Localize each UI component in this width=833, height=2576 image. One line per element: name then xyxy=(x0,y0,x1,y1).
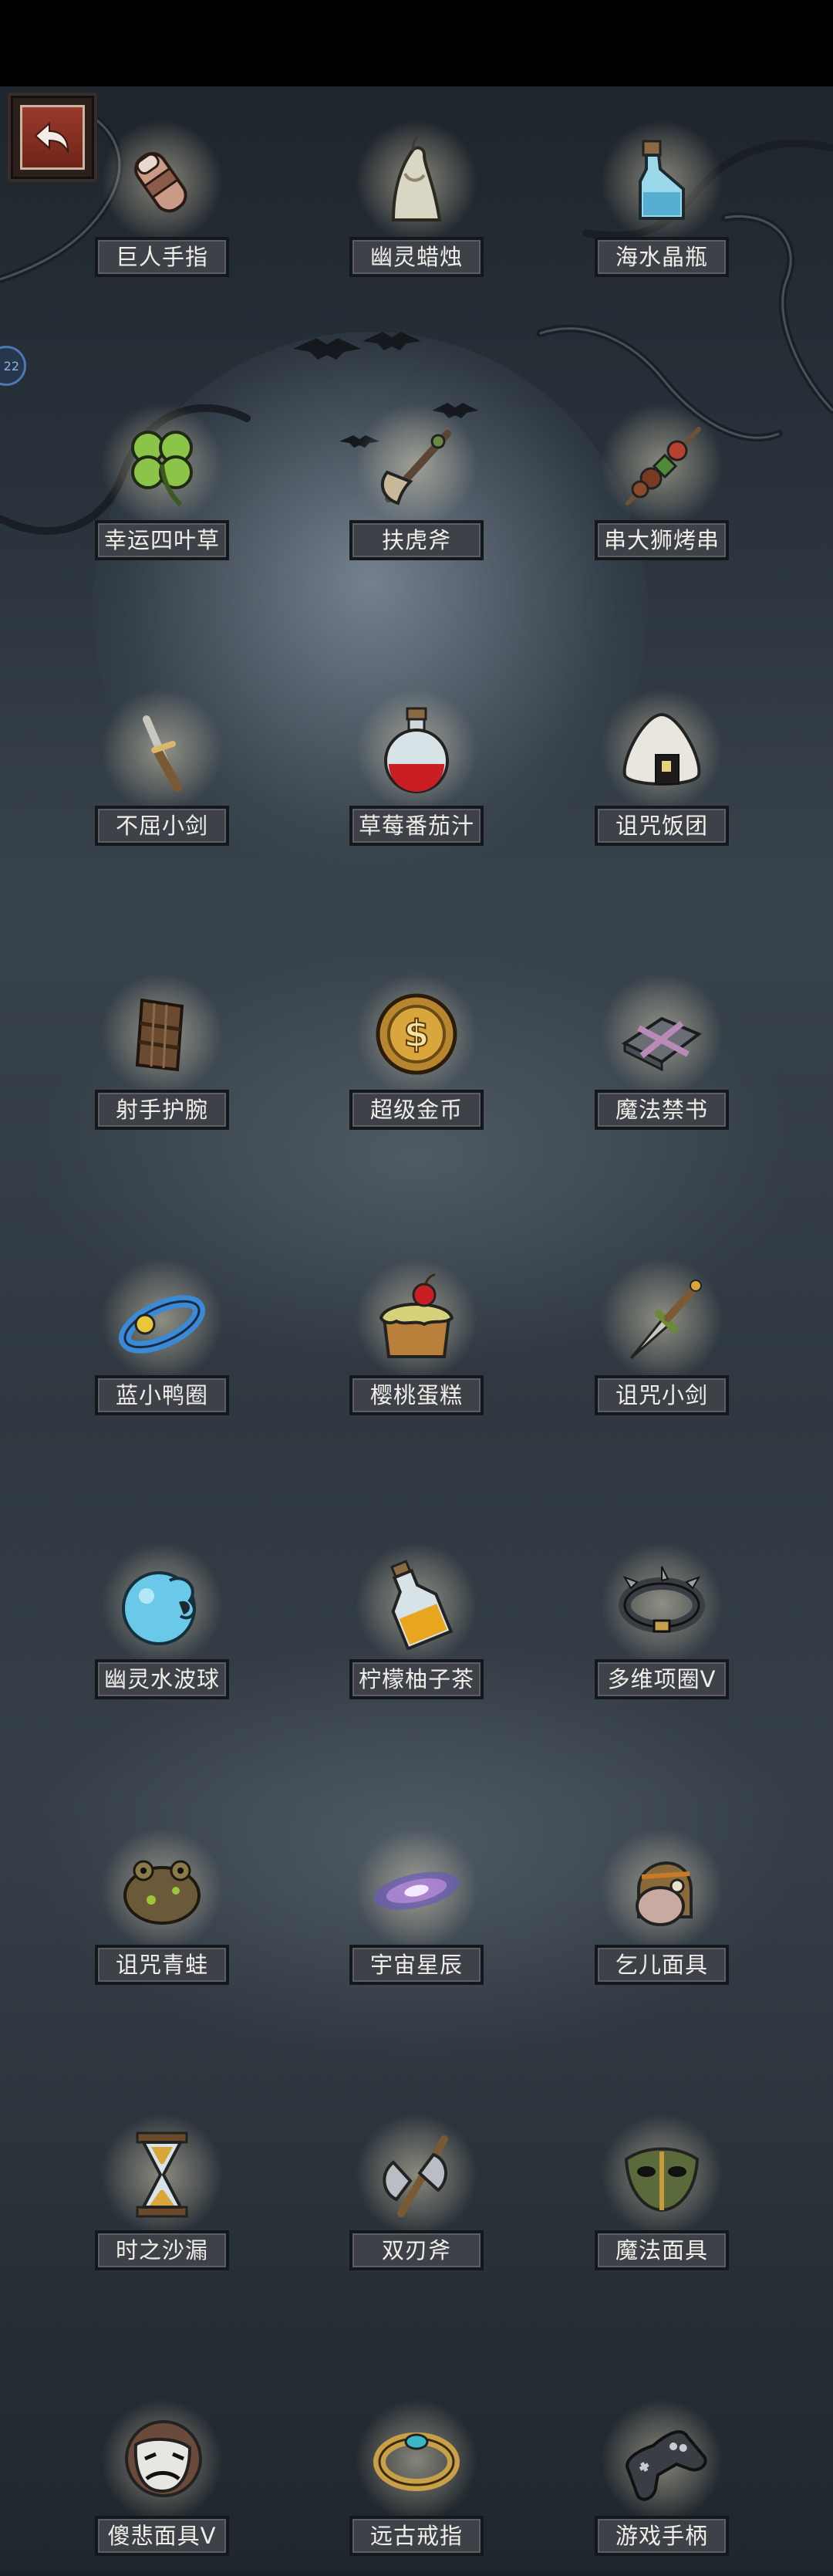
hourglass-icon xyxy=(136,2131,188,2218)
lemon-tea-bottle-icon xyxy=(390,1560,454,1650)
item-label: 多维项圈V xyxy=(595,1659,729,1699)
item-card[interactable]: 幽灵蜡烛 xyxy=(339,120,494,297)
item-label: 时之沙漏 xyxy=(95,2230,229,2270)
cursed-frog-icon xyxy=(123,1860,201,1925)
beggar-mask-icon xyxy=(636,1861,693,1926)
double-axe-icon xyxy=(383,2135,448,2217)
item-label: 诅咒小剑 xyxy=(595,1375,729,1415)
item-label: 诅咒青蛙 xyxy=(95,1945,229,1985)
item-label: 乞儿面具 xyxy=(595,1945,729,1985)
item-label: 串大狮烤串 xyxy=(595,520,729,560)
item-label: 海水晶瓶 xyxy=(595,237,729,277)
galaxy-icon xyxy=(374,1871,459,1910)
item-card[interactable]: 远古戒指 xyxy=(339,2399,494,2576)
item-label: 傻悲面具V xyxy=(95,2516,229,2556)
item-card[interactable]: 诅咒小剑 xyxy=(585,1258,739,1435)
forbidden-book-icon xyxy=(622,1016,702,1072)
item-card[interactable]: 串大狮烤串 xyxy=(585,403,739,580)
red-potion-icon xyxy=(384,707,449,793)
item-label: 射手护腕 xyxy=(95,1090,229,1130)
item-label: 游戏手柄 xyxy=(595,2516,729,2556)
item-card[interactable]: 幽灵水波球 xyxy=(85,1542,239,1719)
item-grid: 巨人手指 幽灵蜡烛 海水晶瓶 幸运四叶草 扶虎斧 串大狮烤串 不屈小剑 草莓番茄… xyxy=(0,0,833,2572)
item-label: 魔法禁书 xyxy=(595,1090,729,1130)
item-card[interactable]: 傻悲面具V xyxy=(85,2399,239,2576)
item-label: 魔法面具 xyxy=(595,2230,729,2270)
item-card[interactable]: 巨人手指 xyxy=(85,120,239,297)
item-card[interactable]: 蓝小鸭圈 xyxy=(85,1258,239,1435)
item-card[interactable]: 时之沙漏 xyxy=(85,2113,239,2290)
item-label: 扶虎斧 xyxy=(349,520,484,560)
item-card[interactable]: 游戏手柄 xyxy=(585,2399,739,2576)
cursed-dagger-icon xyxy=(629,1280,702,1360)
item-card[interactable]: 诅咒饭团 xyxy=(585,688,739,866)
item-label: 远古戒指 xyxy=(349,2516,484,2556)
gamepad-icon xyxy=(626,2430,707,2501)
item-card[interactable]: 扶虎斧 xyxy=(339,403,494,580)
item-card[interactable]: 乞儿面具 xyxy=(585,1827,739,2005)
item-card[interactable]: 海水晶瓶 xyxy=(585,120,739,297)
item-card[interactable]: 宇宙星辰 xyxy=(339,1827,494,2005)
ghost-candle-icon xyxy=(391,135,442,221)
item-label: 柠檬柚子茶 xyxy=(349,1659,484,1699)
rice-ball-icon xyxy=(622,712,701,786)
kebab-skewer-icon xyxy=(626,427,701,505)
item-card[interactable]: $ 超级金币 xyxy=(339,972,494,1150)
item-card[interactable]: 草莓番茄汁 xyxy=(339,688,494,866)
item-label: 不屈小剑 xyxy=(95,806,229,846)
water-orb-icon xyxy=(122,1571,196,1645)
item-card[interactable]: 多维项圈V xyxy=(585,1542,739,1719)
sea-crystal-bottle-icon xyxy=(639,140,685,220)
sad-mask-icon xyxy=(125,2420,202,2497)
item-label: 幽灵蜡烛 xyxy=(349,237,484,277)
item-card[interactable]: 诅咒青蛙 xyxy=(85,1827,239,2005)
item-card[interactable]: 射手护腕 xyxy=(85,972,239,1150)
item-card[interactable]: 樱桃蛋糕 xyxy=(339,1258,494,1435)
item-card[interactable]: 不屈小剑 xyxy=(85,688,239,866)
tiger-axe-icon xyxy=(380,430,451,505)
spiked-collar-icon xyxy=(619,1566,705,1633)
item-card[interactable]: 魔法面具 xyxy=(585,2113,739,2290)
item-label: 巨人手指 xyxy=(95,237,229,277)
cherry-cake-icon xyxy=(379,1273,454,1358)
item-card[interactable]: 魔法禁书 xyxy=(585,972,739,1150)
svg-text:$: $ xyxy=(403,1012,429,1056)
item-label: 樱桃蛋糕 xyxy=(349,1375,484,1415)
item-label: 草莓番茄汁 xyxy=(349,806,484,846)
magic-mask-icon xyxy=(624,2147,700,2213)
duck-ring-icon xyxy=(118,1295,206,1354)
item-label: 幽灵水波球 xyxy=(95,1659,229,1699)
item-label: 超级金币 xyxy=(349,1090,484,1130)
gold-coin-icon: $ xyxy=(376,993,457,1075)
four-leaf-clover-icon xyxy=(131,431,193,507)
item-label: 宇宙星辰 xyxy=(349,1945,484,1985)
item-label: 双刃斧 xyxy=(349,2230,484,2270)
item-label: 幸运四叶草 xyxy=(95,520,229,560)
item-card[interactable]: 柠檬柚子茶 xyxy=(339,1542,494,1719)
small-sword-icon xyxy=(143,715,182,792)
item-label: 蓝小鸭圈 xyxy=(95,1375,229,1415)
giant-finger-icon xyxy=(134,151,187,213)
ancient-ring-icon xyxy=(373,2432,460,2491)
item-card[interactable]: 幸运四叶草 xyxy=(85,403,239,580)
item-label: 诅咒饭团 xyxy=(595,806,729,846)
archer-bracer-icon xyxy=(135,998,184,1072)
item-card[interactable]: 双刃斧 xyxy=(339,2113,494,2290)
